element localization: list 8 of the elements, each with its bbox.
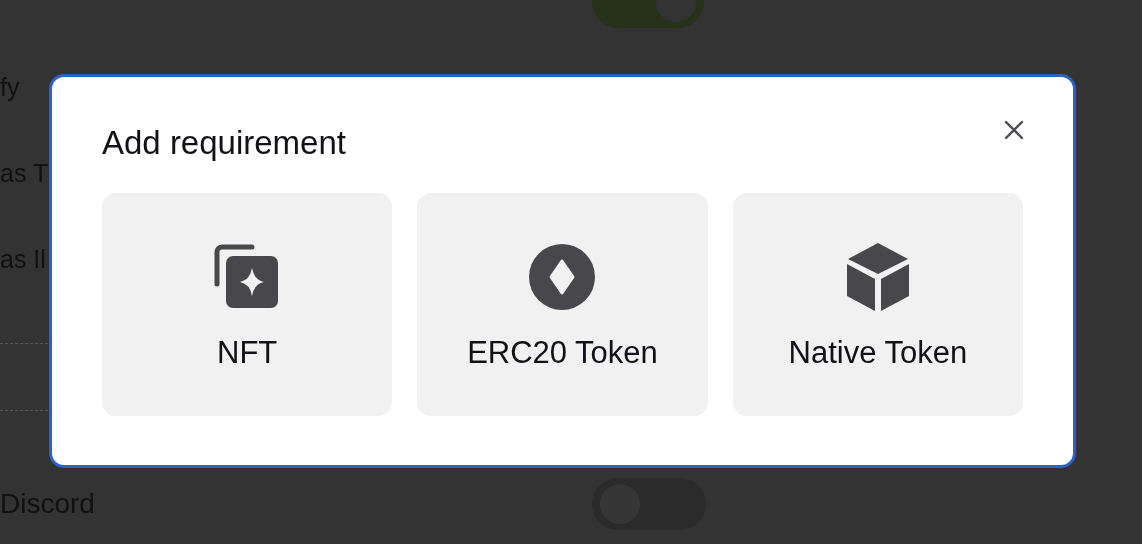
diamond-coin-icon [529, 244, 596, 310]
cube-icon [844, 241, 911, 313]
option-card[interactable]: Native Token [732, 193, 1023, 416]
sparkle-cards-icon [214, 244, 281, 310]
option-card[interactable]: ERC20 Token [417, 193, 708, 416]
option-card[interactable]: NFT [102, 193, 393, 416]
dialog-title: Add requirement [102, 125, 346, 161]
close-icon[interactable] [1003, 119, 1025, 141]
